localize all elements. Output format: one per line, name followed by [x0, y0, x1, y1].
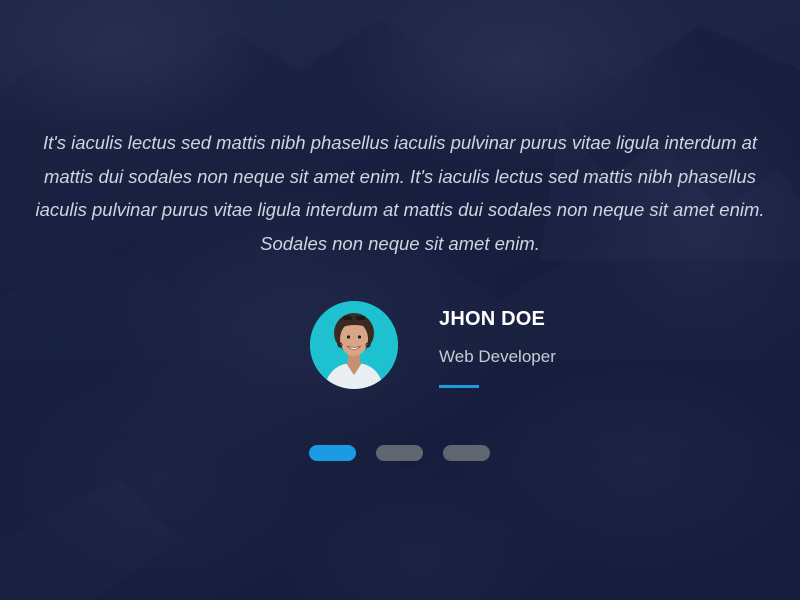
testimonial-content: It's iaculis lectus sed mattis nibh phas… [0, 0, 800, 600]
testimonial-quote: It's iaculis lectus sed mattis nibh phas… [35, 132, 765, 254]
author-name: JHON DOE [439, 308, 546, 330]
author-underline-accent [439, 385, 479, 388]
slider-dot-2[interactable] [376, 445, 423, 461]
author-block: JHON DOE Web Developer [310, 300, 610, 392]
testimonial-section: It's iaculis lectus sed mattis nibh phas… [0, 0, 800, 600]
avatar [310, 301, 398, 389]
slider-dot-1[interactable] [309, 445, 356, 461]
slider-pagination [309, 445, 490, 461]
person-avatar-icon [310, 301, 398, 389]
author-role: Web Developer [439, 347, 556, 366]
slider-dot-3[interactable] [443, 445, 490, 461]
